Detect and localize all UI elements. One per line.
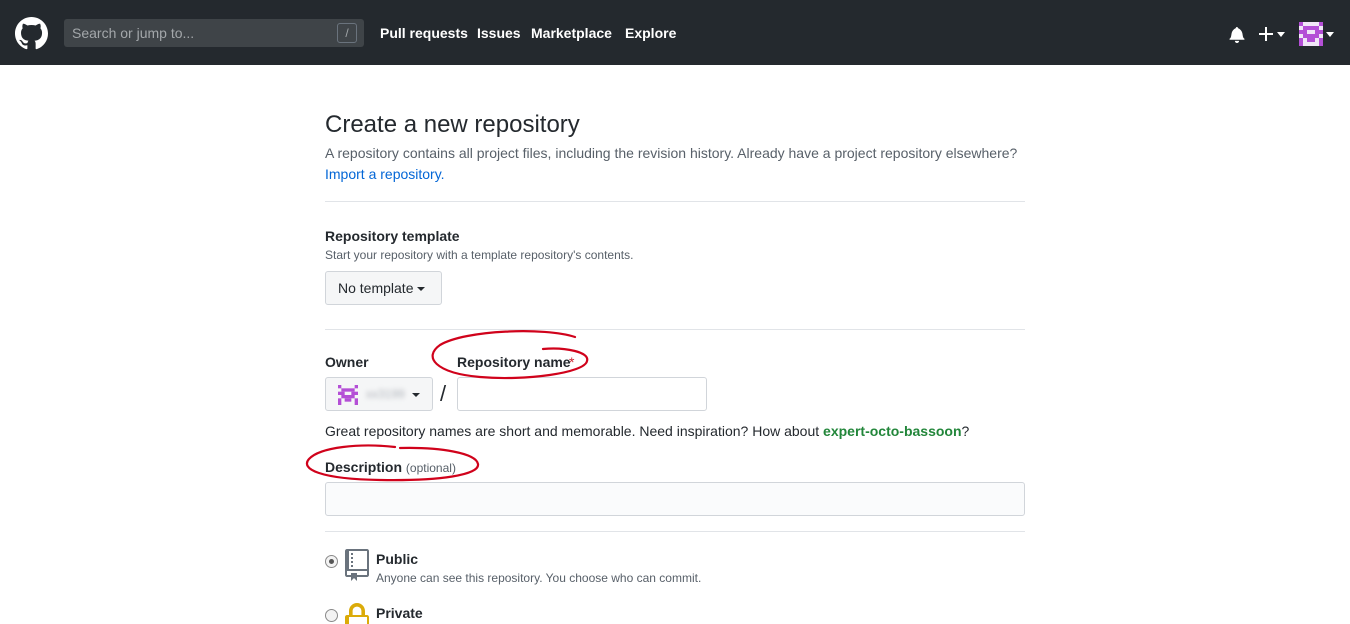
- public-radio[interactable]: [325, 555, 338, 568]
- owner-label: Owner: [325, 354, 369, 370]
- top-header: / Pull requests Issues Marketplace Explo…: [0, 0, 1350, 65]
- private-radio[interactable]: [325, 609, 338, 622]
- page-title: Create a new repository: [325, 111, 580, 138]
- radio-selected-dot: [329, 559, 334, 564]
- description-input[interactable]: [325, 482, 1025, 516]
- template-note: Start your repository with a template re…: [325, 248, 634, 262]
- divider: [325, 201, 1025, 202]
- chevron-down-icon: [1326, 32, 1334, 37]
- hint-suffix: ?: [961, 423, 970, 439]
- avatar: [1299, 22, 1323, 46]
- user-menu-button[interactable]: [1299, 22, 1335, 46]
- public-option-desc: Anyone can see this repository. You choo…: [376, 571, 702, 585]
- description-label-text: Description: [325, 459, 403, 475]
- hint-text: Great repository names are short and mem…: [325, 423, 824, 439]
- search-shortcut-key: /: [337, 23, 357, 43]
- search-input[interactable]: [64, 19, 334, 47]
- plus-icon: [1259, 27, 1273, 41]
- chevron-down-icon: [1277, 32, 1285, 37]
- github-logo-icon[interactable]: [15, 17, 48, 50]
- owner-name: xx3199: [366, 387, 405, 401]
- public-option-title: Public: [376, 551, 419, 567]
- repository-name-label: Repository name: [457, 354, 571, 370]
- template-dropdown-label: No template: [338, 280, 414, 296]
- page-subtitle: A repository contains all project files,…: [325, 145, 1018, 161]
- repo-book-icon: [345, 549, 369, 581]
- private-option-title: Private: [376, 605, 423, 621]
- template-label: Repository template: [325, 228, 460, 244]
- create-new-button[interactable]: [1258, 24, 1288, 44]
- nav-pull-requests[interactable]: Pull requests: [380, 25, 468, 41]
- suggested-name-link[interactable]: expert-octo-bassoon: [823, 423, 961, 439]
- description-label: Description (optional): [325, 459, 456, 476]
- owner-avatar: [338, 385, 358, 405]
- lock-icon: [345, 603, 369, 624]
- nav-marketplace[interactable]: Marketplace: [531, 25, 612, 41]
- search-box[interactable]: /: [64, 19, 364, 47]
- import-repository-link[interactable]: Import a repository.: [325, 166, 445, 182]
- owner-repo-separator: /: [440, 381, 447, 406]
- name-suggestion-hint: Great repository names are short and mem…: [325, 423, 969, 439]
- divider: [325, 329, 1025, 330]
- template-dropdown-button[interactable]: No template: [325, 271, 442, 305]
- caret-down-icon: [412, 393, 420, 397]
- bell-icon[interactable]: [1229, 26, 1245, 43]
- repository-name-input[interactable]: [457, 377, 707, 411]
- owner-dropdown[interactable]: xx3199: [325, 377, 433, 411]
- required-mark: *: [569, 354, 575, 370]
- divider: [325, 531, 1025, 532]
- nav-issues[interactable]: Issues: [477, 25, 521, 41]
- optional-tag: (optional): [405, 461, 456, 475]
- caret-down-icon: [417, 287, 426, 292]
- nav-explore[interactable]: Explore: [625, 25, 676, 41]
